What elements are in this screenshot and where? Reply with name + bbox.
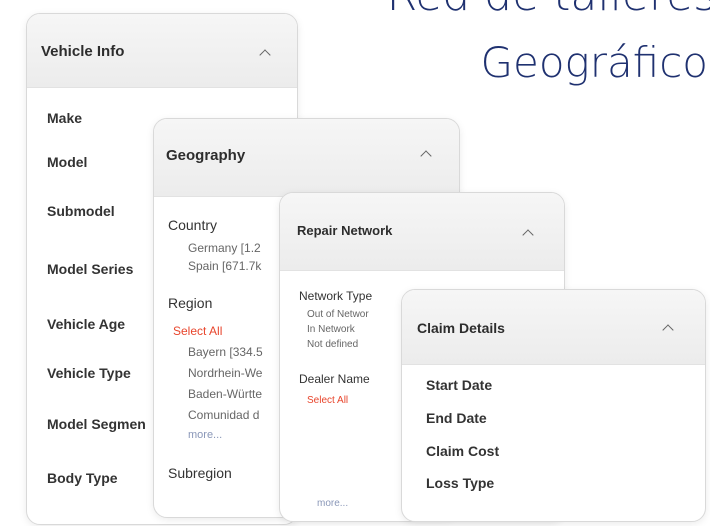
chevron-up-icon[interactable] bbox=[259, 49, 271, 61]
filter-model-series[interactable]: Model Series bbox=[47, 261, 133, 277]
network-type-option[interactable]: Not defined bbox=[307, 339, 358, 350]
filter-end-date[interactable]: End Date bbox=[426, 410, 487, 426]
filter-vehicle-age[interactable]: Vehicle Age bbox=[47, 316, 125, 332]
filter-model[interactable]: Model bbox=[47, 154, 87, 170]
region-option[interactable]: Baden-Württe bbox=[188, 387, 262, 401]
claim-details-header[interactable]: Claim Details bbox=[402, 290, 705, 365]
filter-body-type[interactable]: Body Type bbox=[47, 470, 118, 486]
chevron-up-icon[interactable] bbox=[522, 229, 534, 241]
region-option[interactable]: Bayern [334.5 bbox=[188, 345, 263, 359]
country-option-spain[interactable]: Spain [671.7k bbox=[188, 259, 261, 273]
chevron-up-icon[interactable] bbox=[420, 150, 432, 162]
dealer-name-label: Dealer Name bbox=[299, 372, 370, 386]
network-type-label: Network Type bbox=[299, 289, 373, 303]
filter-claim-cost[interactable]: Claim Cost bbox=[426, 443, 499, 459]
country-option-germany[interactable]: Germany [1.2 bbox=[188, 241, 261, 255]
network-type-option[interactable]: In Network bbox=[307, 324, 355, 335]
repair-network-title: Repair Network bbox=[297, 223, 393, 238]
region-label: Region bbox=[168, 295, 213, 311]
country-label: Country bbox=[168, 217, 218, 233]
repair-network-header[interactable]: Repair Network bbox=[280, 193, 564, 271]
vehicle-info-header[interactable]: Vehicle Info bbox=[27, 14, 297, 88]
dealer-more-link[interactable]: more... bbox=[317, 498, 348, 509]
filter-model-segment[interactable]: Model Segmen bbox=[47, 416, 146, 432]
claim-details-title: Claim Details bbox=[417, 320, 505, 336]
claim-details-panel: Claim Details Start Date End Date Claim … bbox=[401, 289, 706, 522]
vehicle-info-title: Vehicle Info bbox=[41, 43, 125, 60]
filter-vehicle-type[interactable]: Vehicle Type bbox=[47, 365, 131, 381]
region-select-all-link[interactable]: Select All bbox=[173, 324, 222, 338]
geography-header[interactable]: Geography bbox=[154, 119, 459, 197]
headline-line-1: Red de talleres bbox=[387, 0, 710, 21]
chevron-up-icon[interactable] bbox=[662, 324, 674, 336]
region-option[interactable]: Comunidad d bbox=[188, 408, 259, 422]
geography-title: Geography bbox=[166, 147, 246, 164]
filter-start-date[interactable]: Start Date bbox=[426, 377, 492, 393]
region-option[interactable]: Nordrhein-We bbox=[188, 366, 262, 380]
headline-line-2: Geográfico bbox=[480, 38, 708, 87]
filter-submodel[interactable]: Submodel bbox=[47, 203, 115, 219]
filter-make[interactable]: Make bbox=[47, 110, 82, 126]
subregion-label[interactable]: Subregion bbox=[168, 465, 232, 481]
region-more-link[interactable]: more... bbox=[188, 429, 222, 441]
network-type-option[interactable]: Out of Networ bbox=[307, 309, 369, 320]
filter-loss-type[interactable]: Loss Type bbox=[426, 475, 494, 491]
dealer-select-all-link[interactable]: Select All bbox=[307, 395, 348, 406]
